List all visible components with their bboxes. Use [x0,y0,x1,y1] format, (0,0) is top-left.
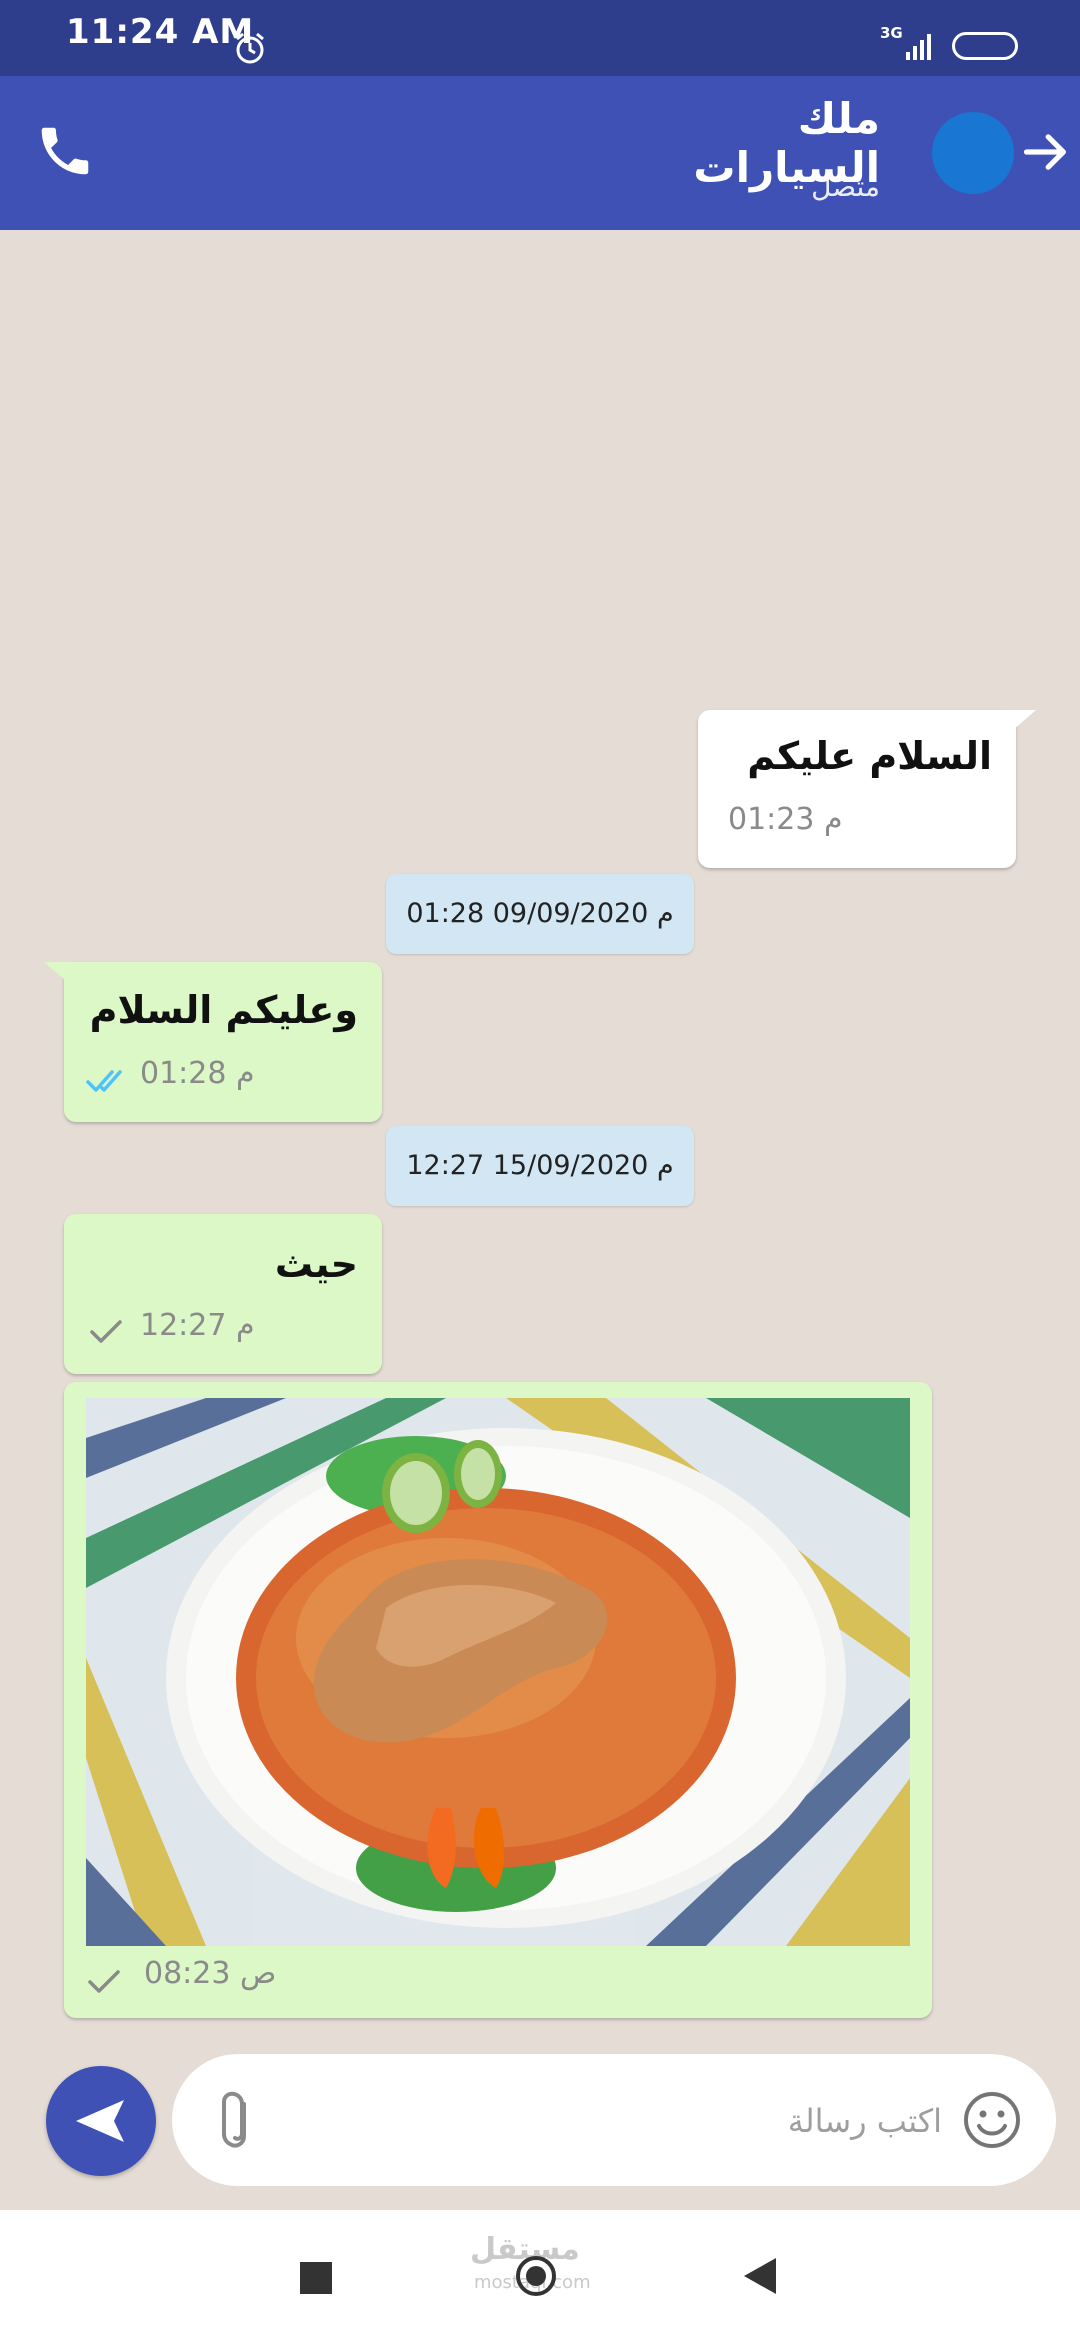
message-bubble-outgoing[interactable]: وعليكم السلام 01:28 م [44,962,382,1122]
message-bubble-outgoing[interactable]: حيث 12:27 م [64,1214,382,1374]
bubble-tail [44,962,74,988]
image-message-bubble[interactable]: 08:23 ص [64,1382,932,2018]
message-text: السلام عليكم [747,734,992,778]
message-time: 01:28 م [140,1056,255,1091]
alarm-icon [236,32,264,64]
back-arrow-icon[interactable] [1020,126,1072,178]
send-button[interactable] [46,2066,156,2176]
message-text: حيث [274,1242,358,1286]
date-separator: 01:28 09/09/2020 م [386,874,694,954]
phone-call-icon[interactable] [34,120,96,182]
food-image[interactable] [86,1398,910,1946]
battery-icon: 79 [952,32,1018,60]
battery-level: 79 [971,35,999,57]
bubble-tail [1006,710,1036,736]
status-bar: 11:24 AM 3G 79 [0,0,1080,76]
attachment-icon[interactable] [216,2090,256,2154]
recents-square-icon[interactable] [300,2262,332,2294]
app-bar: ملك السيارات متصل [0,76,1080,230]
status-time: 11:24 AM [66,12,255,52]
message-time: 01:23 م [728,802,843,837]
message-input[interactable] [320,2090,944,2152]
message-text: وعليكم السلام [89,988,358,1032]
avatar[interactable] [932,112,1014,194]
double-check-icon [86,1070,122,1092]
message-time: 08:23 ص [144,1956,277,1991]
check-icon [88,1970,120,1993]
signal-icon [906,34,931,60]
contact-status: متصل [811,170,880,203]
check-icon [90,1320,122,1343]
home-circle-icon[interactable] [514,2254,558,2298]
message-time: 12:27 م [140,1308,255,1343]
back-triangle-icon[interactable] [742,2256,778,2296]
emoji-icon[interactable] [962,2090,1022,2150]
date-separator: 12:27 15/09/2020 م [386,1126,694,1206]
message-bubble-incoming[interactable]: السلام عليكم 01:23 م [698,710,1036,868]
send-icon [76,2100,124,2142]
